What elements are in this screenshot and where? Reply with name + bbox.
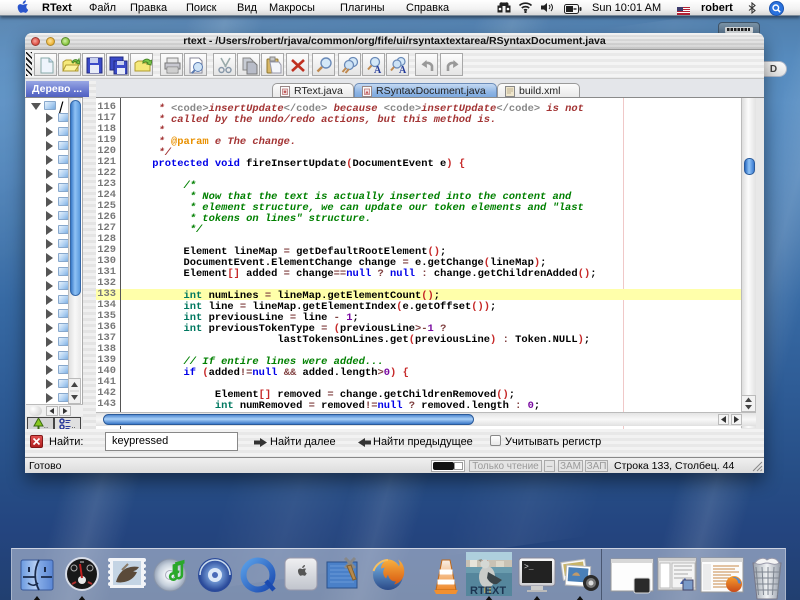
- svg-text:A: A: [374, 65, 382, 75]
- svg-text:A: A: [399, 65, 407, 75]
- svg-text:RTEXT: RTEXT: [470, 585, 506, 596]
- svg-text:>_: >_: [524, 563, 534, 572]
